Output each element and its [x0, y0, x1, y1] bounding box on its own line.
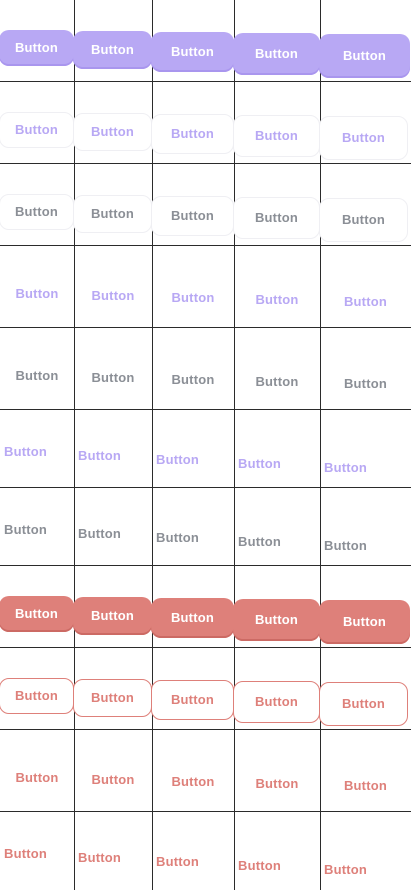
outline-neutral-button-5[interactable]: Button: [319, 198, 408, 242]
row-divider-5: [0, 409, 411, 410]
filled-danger-button-5[interactable]: Button: [319, 600, 410, 644]
row-divider-1: [0, 81, 411, 82]
ghost-neutral-button-1[interactable]: Button: [0, 358, 74, 394]
text-neutral-button-4[interactable]: Button: [238, 531, 318, 553]
outline-primary-button-5[interactable]: Button: [319, 116, 408, 160]
filled-danger-button-3[interactable]: Button: [151, 598, 234, 638]
text-neutral-button-3[interactable]: Button: [156, 527, 232, 549]
text-primary-button-1[interactable]: Button: [4, 441, 72, 463]
outline-neutral-button-1[interactable]: Button: [0, 194, 74, 230]
text-primary-button-4[interactable]: Button: [238, 453, 318, 475]
ghost-danger-button-4[interactable]: Button: [234, 763, 320, 805]
outline-neutral-button-2[interactable]: Button: [73, 195, 152, 233]
ghost-primary-button-4[interactable]: Button: [234, 279, 320, 321]
text-neutral-button-5[interactable]: Button: [324, 535, 409, 557]
outline-danger-button-2[interactable]: Button: [73, 679, 152, 717]
outline-danger-button-4[interactable]: Button: [233, 681, 320, 723]
outline-danger-button-5[interactable]: Button: [319, 682, 408, 726]
ghost-neutral-button-2[interactable]: Button: [74, 359, 152, 397]
filled-danger-button-4[interactable]: Button: [233, 599, 320, 641]
text-danger-button-1[interactable]: Button: [4, 843, 72, 865]
row-divider-7: [0, 565, 411, 566]
outline-primary-button-2[interactable]: Button: [73, 113, 152, 151]
ghost-danger-button-5[interactable]: Button: [320, 764, 411, 808]
text-danger-button-2[interactable]: Button: [78, 847, 150, 869]
outline-danger-button-3[interactable]: Button: [151, 680, 234, 720]
ghost-danger-button-2[interactable]: Button: [74, 761, 152, 799]
outline-neutral-button-3[interactable]: Button: [151, 196, 234, 236]
filled-danger-button-1[interactable]: Button: [0, 596, 74, 632]
text-danger-button-4[interactable]: Button: [238, 855, 318, 877]
outline-danger-button-1[interactable]: Button: [0, 678, 74, 714]
button-variants-grid: Button Button Button Button Button Button Butt…: [0, 0, 411, 890]
outline-neutral-button-4[interactable]: Button: [233, 197, 320, 239]
filled-primary-button-2[interactable]: Button: [73, 31, 152, 69]
filled-primary-button-5[interactable]: Button: [319, 34, 410, 78]
outline-primary-button-3[interactable]: Button: [151, 114, 234, 154]
outline-primary-button-4[interactable]: Button: [233, 115, 320, 157]
text-primary-button-3[interactable]: Button: [156, 449, 232, 471]
ghost-primary-button-3[interactable]: Button: [152, 278, 234, 318]
ghost-danger-button-3[interactable]: Button: [152, 762, 234, 802]
filled-primary-button-3[interactable]: Button: [151, 32, 234, 72]
ghost-primary-button-5[interactable]: Button: [320, 280, 411, 324]
filled-primary-button-1[interactable]: Button: [0, 30, 74, 66]
row-divider-6: [0, 487, 411, 488]
row-divider-8: [0, 647, 411, 648]
row-divider-10: [0, 811, 411, 812]
filled-danger-button-2[interactable]: Button: [73, 597, 152, 635]
ghost-danger-button-1[interactable]: Button: [0, 760, 74, 796]
filled-primary-button-4[interactable]: Button: [233, 33, 320, 75]
text-neutral-button-1[interactable]: Button: [4, 519, 72, 541]
row-divider-3: [0, 245, 411, 246]
row-divider-4: [0, 327, 411, 328]
text-neutral-button-2[interactable]: Button: [78, 523, 150, 545]
outline-primary-button-1[interactable]: Button: [0, 112, 74, 148]
row-divider-9: [0, 729, 411, 730]
text-danger-button-5[interactable]: Button: [324, 859, 409, 881]
ghost-primary-button-1[interactable]: Button: [0, 276, 74, 312]
text-primary-button-5[interactable]: Button: [324, 457, 409, 479]
ghost-neutral-button-5[interactable]: Button: [320, 362, 411, 406]
text-primary-button-2[interactable]: Button: [78, 445, 150, 467]
ghost-primary-button-2[interactable]: Button: [74, 277, 152, 315]
text-danger-button-3[interactable]: Button: [156, 851, 232, 873]
ghost-neutral-button-3[interactable]: Button: [152, 360, 234, 400]
row-divider-2: [0, 163, 411, 164]
ghost-neutral-button-4[interactable]: Button: [234, 361, 320, 403]
